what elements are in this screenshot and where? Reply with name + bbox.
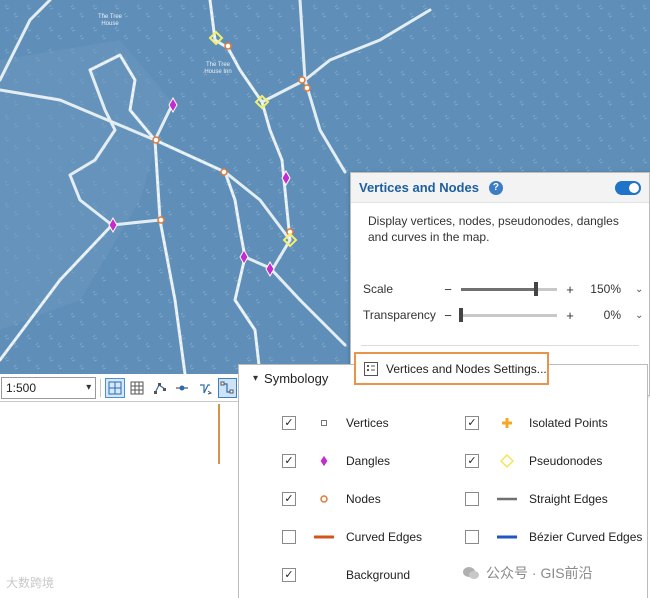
- chevron-down-icon: ▾: [253, 373, 259, 384]
- symbology-item-straight-edges: Straight Edges: [465, 489, 608, 509]
- map-label-tree-house-inn: The Tree House Inn: [204, 62, 231, 75]
- snapping-grid-icon: [108, 381, 122, 394]
- transparency-value: 0%: [603, 308, 621, 322]
- grid-button[interactable]: [128, 378, 147, 398]
- isolated-point-plus-icon: [492, 415, 522, 431]
- transparency-slider-thumb[interactable]: [459, 307, 463, 322]
- settings-button-label: Vertices and Nodes Settings...: [386, 361, 547, 376]
- toolbar-divider: [100, 378, 102, 397]
- background-checkbox[interactable]: ✓: [282, 568, 296, 582]
- transparency-label: Transparency: [363, 308, 436, 322]
- dangles-checkbox[interactable]: ✓: [282, 454, 296, 468]
- straight-edge-line-icon: [492, 491, 522, 507]
- vertices-checkbox[interactable]: ✓: [282, 416, 296, 430]
- transparency-slider-row: Transparency − + 0% ⌄: [363, 305, 645, 325]
- settings-list-icon: [364, 361, 378, 376]
- symbology-label: Background: [346, 568, 411, 582]
- symbology-label: Dangles: [346, 454, 391, 468]
- direction-icon: [199, 383, 212, 394]
- dangle-diamond-icon: [309, 453, 339, 469]
- chevron-down-icon[interactable]: ⌄: [635, 310, 643, 321]
- nodes-checkbox[interactable]: ✓: [282, 492, 296, 506]
- symbology-item-bezier-edges: Bézier Curved Edges: [465, 527, 642, 547]
- symbology-label: Isolated Points: [529, 416, 608, 430]
- check-mark-icon: ✓: [284, 416, 294, 429]
- vertex-tool-button[interactable]: [150, 378, 169, 398]
- scale-value: 150%: [590, 282, 621, 296]
- symbology-label: Nodes: [346, 492, 381, 506]
- direction-button[interactable]: [195, 378, 214, 398]
- help-icon[interactable]: ?: [488, 180, 503, 195]
- scale-slider[interactable]: [461, 281, 557, 296]
- symbology-label: Bézier Curved Edges: [529, 530, 643, 544]
- scale-label: Scale: [363, 282, 394, 296]
- map-scale-select[interactable]: 1:500 ▾: [1, 376, 97, 399]
- symbology-label: Vertices: [346, 416, 389, 430]
- check-mark-icon: ✓: [284, 568, 294, 581]
- chevron-down-icon: ▾: [86, 382, 92, 393]
- symbology-label: Straight Edges: [529, 492, 608, 506]
- transparency-decrease-button[interactable]: −: [441, 308, 455, 323]
- pseudonodes-checkbox[interactable]: ✓: [465, 454, 479, 468]
- symbology-item-isolated-points: ✓ Isolated Points: [465, 413, 608, 433]
- watermark-text: 公众号 · GIS前沿: [486, 565, 593, 581]
- curved-edge-line-icon: [309, 529, 339, 545]
- curved-edges-checkbox[interactable]: [282, 530, 296, 544]
- snapping-grid-button[interactable]: [105, 377, 125, 398]
- vertices-nodes-button[interactable]: [217, 377, 237, 398]
- vertex-tool-icon: [153, 382, 166, 394]
- node-tool-button[interactable]: [173, 378, 192, 398]
- grid-icon: [130, 381, 144, 394]
- check-mark-icon: ✓: [467, 454, 477, 467]
- chevron-down-icon[interactable]: ⌄: [635, 284, 643, 295]
- symbology-item-background: ✓ Background: [282, 565, 410, 585]
- wechat-icon: [463, 567, 479, 579]
- straight-edges-checkbox[interactable]: [465, 492, 479, 506]
- scale-slider-thumb[interactable]: [533, 281, 538, 296]
- symbology-item-pseudonodes: ✓ Pseudonodes: [465, 451, 602, 471]
- watermark-right: 公众号 · GIS前沿: [462, 563, 593, 583]
- symbology-title: Symbology: [264, 371, 329, 386]
- pseudonode-diamond-icon: [492, 453, 522, 469]
- callout-connector: [218, 404, 220, 464]
- panel-title: Vertices and Nodes: [359, 180, 479, 195]
- background-swatch: [309, 567, 339, 583]
- map-scale-value: 1:500: [6, 380, 37, 395]
- watermark-left: 大数跨境: [6, 576, 55, 590]
- symbology-item-vertices: ✓ Vertices: [282, 413, 389, 433]
- vertices-nodes-settings-button[interactable]: Vertices and Nodes Settings...: [354, 352, 549, 385]
- symbology-item-dangles: ✓ Dangles: [282, 451, 390, 471]
- vertices-nodes-toggle[interactable]: [615, 180, 641, 195]
- check-mark-icon: ✓: [467, 416, 477, 429]
- bezier-edges-checkbox[interactable]: [465, 530, 479, 544]
- transparency-increase-button[interactable]: +: [563, 308, 577, 323]
- vertex-square-icon: [309, 415, 339, 431]
- transparency-slider[interactable]: [459, 307, 557, 322]
- app-root: The Tree House The Tree House Inn 1:500 ▾: [0, 0, 650, 598]
- scale-slider-row: Scale − + 150% ⌄: [363, 279, 645, 299]
- map-status-toolbar: 1:500 ▾: [0, 374, 240, 402]
- bezier-edge-line-icon: [492, 529, 522, 545]
- isolated-points-checkbox[interactable]: ✓: [465, 416, 479, 430]
- panel-description: Display vertices, nodes, pseudonodes, da…: [368, 214, 619, 244]
- panel-divider: [361, 345, 639, 346]
- vertices-nodes-icon: [220, 381, 234, 393]
- node-tool-icon: [176, 385, 189, 390]
- scale-slider-fill: [461, 287, 536, 291]
- symbology-header[interactable]: ▾ Symbology: [253, 371, 328, 386]
- scale-increase-button[interactable]: +: [563, 282, 577, 297]
- symbology-item-nodes: ✓ Nodes: [282, 489, 381, 509]
- check-mark-icon: ✓: [284, 492, 294, 505]
- panel-header: Vertices and Nodes ?: [351, 173, 649, 203]
- symbology-label: Curved Edges: [346, 530, 423, 544]
- node-circle-icon: [309, 491, 339, 507]
- symbology-label: Pseudonodes: [529, 454, 603, 468]
- scale-decrease-button[interactable]: −: [441, 282, 455, 297]
- symbology-item-curved-edges: Curved Edges: [282, 527, 422, 547]
- check-mark-icon: ✓: [284, 454, 294, 467]
